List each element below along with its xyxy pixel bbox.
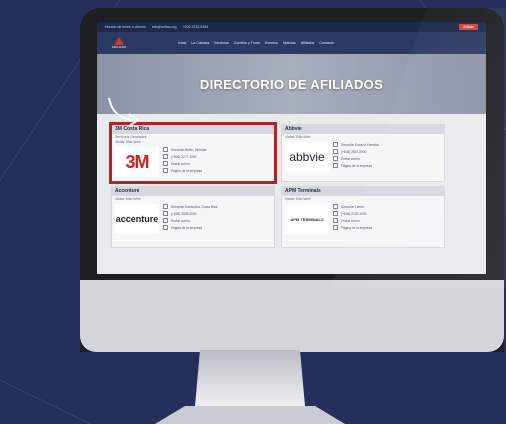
company-name[interactable]: APM Terminals	[282, 187, 444, 196]
logo-text: accenture	[115, 214, 159, 224]
location-icon	[333, 204, 338, 209]
topbar-phone[interactable]: +506 2234-5454	[183, 25, 209, 29]
monitor: Horario de lunes a viernes info@anfacr.o…	[80, 8, 504, 352]
join-button[interactable]: Afíliate	[459, 24, 478, 30]
nav-item[interactable]: Eventos	[265, 41, 278, 45]
nav-item[interactable]: Noticias	[283, 41, 296, 45]
hero-banner: DIRECTORIO DE AFILIADOS	[97, 54, 486, 114]
site-topbar: Horario de lunes a viernes info@anfacr.o…	[97, 22, 486, 32]
logo-text: APM TERMINALS	[290, 216, 324, 222]
phone-icon	[163, 211, 168, 216]
company-email[interactable]: Enviar correo	[341, 219, 360, 223]
nav-item[interactable]: Inicio	[178, 41, 186, 45]
topbar-email[interactable]: info@anfacr.org	[152, 25, 177, 29]
nav-item[interactable]: Comités y Foros	[234, 41, 260, 45]
company-page[interactable]: Página de la empresa	[341, 164, 372, 168]
promo-background: { "site": { "topbar_text": ["Horario de …	[0, 0, 506, 424]
company-logo: abbvie	[285, 142, 329, 172]
nav-item[interactable]: Afiliados	[301, 41, 315, 45]
topbar-hours: Horario de lunes a viernes	[105, 25, 146, 29]
mail-icon	[333, 156, 338, 161]
location-icon	[333, 142, 338, 147]
company-page[interactable]: Página de la empresa	[171, 226, 202, 230]
company-logo: APM TERMINALS	[285, 204, 329, 234]
site-navbar: AMCHAM Inicio La Cámara Servicios Comité…	[97, 32, 486, 54]
web-icon	[333, 163, 338, 168]
location-icon	[163, 204, 168, 209]
brand-logo[interactable]: AMCHAM	[105, 36, 133, 50]
phone-icon	[333, 211, 338, 216]
phone-icon	[333, 149, 338, 154]
company-email[interactable]: Enviar correo	[341, 157, 360, 161]
company-address: Dirección Santa Ana, Costa Rica	[171, 204, 218, 209]
company-phone[interactable]: (+506) 2505-0000	[171, 212, 196, 216]
company-address: Dirección Escazú, Heredia	[341, 142, 379, 147]
monitor-stand	[155, 350, 345, 424]
nav-item[interactable]: Contacto	[319, 41, 333, 45]
highlight-frame	[109, 122, 277, 184]
web-icon	[333, 225, 338, 230]
logo-text: abbvie	[289, 150, 325, 164]
company-card[interactable]: Accenture Visitar Sitio Web accenture Di…	[111, 186, 275, 248]
page-title: DIRECTORIO DE AFILIADOS	[199, 76, 384, 92]
company-card[interactable]: Abbvie Visitar Sitio Web abbvie Direcció…	[281, 124, 445, 182]
company-card[interactable]: APM Terminals Visitar Sitio Web APM TERM…	[281, 186, 445, 248]
company-email[interactable]: Enviar correo	[171, 219, 190, 223]
web-icon	[163, 225, 168, 230]
logo-triangle-icon	[114, 37, 124, 45]
main-nav: Inicio La Cámara Servicios Comités y For…	[178, 41, 334, 45]
brand-name: AMCHAM	[111, 45, 127, 49]
company-phone[interactable]: (+506) 2100-4000	[341, 212, 366, 216]
monitor-chin	[80, 280, 504, 352]
company-logo: accenture	[115, 204, 159, 234]
nav-item[interactable]: Servicios	[214, 41, 229, 45]
pointer-arrow-icon	[108, 97, 140, 127]
company-page[interactable]: Página de la empresa	[341, 226, 372, 230]
mail-icon	[333, 218, 338, 223]
company-name[interactable]: Abbvie	[282, 125, 444, 134]
company-address: Dirección Limón	[341, 204, 364, 209]
company-phone[interactable]: (+506) 2507-2900	[341, 150, 366, 154]
company-name[interactable]: Accenture	[112, 187, 274, 196]
mail-icon	[163, 218, 168, 223]
monitor-screen: Horario de lunes a viernes info@anfacr.o…	[97, 22, 486, 274]
nav-item[interactable]: La Cámara	[191, 41, 209, 45]
